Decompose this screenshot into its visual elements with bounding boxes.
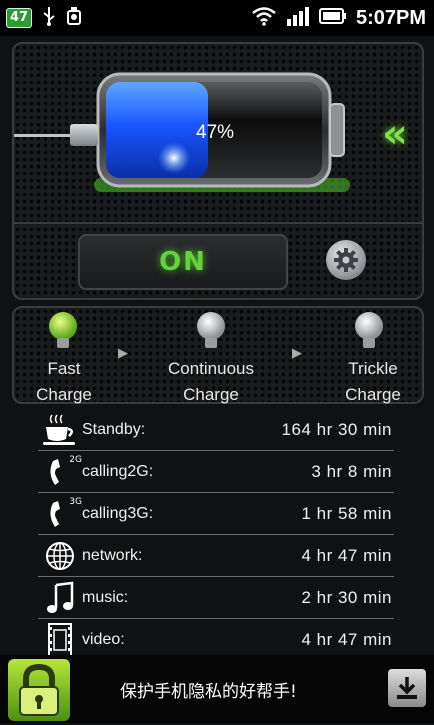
- usage-label: calling3G:: [82, 505, 154, 522]
- usage-label: music:: [82, 589, 129, 606]
- list-item-network: network: 4 hr 47 min: [38, 536, 394, 577]
- music-note-icon: [38, 579, 82, 617]
- phone-3g-icon: 3G: [38, 495, 82, 533]
- stage-label-line2: Charge: [36, 385, 92, 404]
- stage-label-line2: Charge: [345, 385, 401, 404]
- network-badge: 2G: [69, 455, 82, 465]
- usage-value: 3 hr 8 min: [311, 462, 392, 481]
- panel-divider: [14, 222, 422, 224]
- signal-icon: [286, 6, 310, 30]
- battery-status-icon: [318, 7, 347, 29]
- list-item-music: music: 2 hr 30 min: [38, 578, 394, 619]
- ad-banner[interactable]: 保护手机隐私的好帮手!: [0, 655, 434, 723]
- bulb-inactive-icon: [355, 312, 383, 348]
- stage-label-line1: Trickle: [348, 359, 398, 378]
- usage-value: 164 hr 30 min: [281, 420, 392, 439]
- arrow-right-icon: ▶: [118, 346, 128, 361]
- usb-icon: [42, 6, 56, 30]
- usage-value: 4 hr 47 min: [301, 630, 392, 649]
- list-item-standby: Standby: 164 hr 30 min: [38, 410, 394, 451]
- download-icon: [397, 677, 417, 699]
- battery-panel: 47% « ON: [12, 42, 424, 300]
- charge-stages-panel: Fast Charge ▶ Continuous Charge ▶ Trickl…: [12, 306, 424, 404]
- stage-label-line1: Fast: [47, 359, 81, 378]
- arrow-right-icon: ▶: [292, 346, 302, 361]
- battery-level-badge: 47: [6, 8, 33, 28]
- battery-percent: 47%: [196, 122, 235, 143]
- lock-icon: [8, 659, 70, 721]
- power-toggle-button[interactable]: ON: [78, 234, 288, 290]
- usage-value: 2 hr 30 min: [301, 588, 392, 607]
- list-item-calling2g: 2G calling2G: 3 hr 8 min: [38, 452, 394, 493]
- charging-direction-icon: «: [382, 111, 408, 157]
- ad-text: 保护手机隐私的好帮手!: [120, 682, 297, 702]
- stage-label-line2: Charge: [183, 385, 239, 404]
- usage-label: Standby:: [82, 421, 146, 438]
- gear-icon: [334, 248, 358, 272]
- charging-cable: [14, 134, 76, 137]
- film-icon: [38, 621, 82, 659]
- wifi-icon: [251, 6, 277, 30]
- plug-icon: [70, 124, 98, 146]
- clock: 5:07PM: [355, 6, 426, 29]
- usage-value: 4 hr 47 min: [301, 546, 392, 565]
- usage-label: calling2G:: [82, 463, 154, 480]
- usage-value: 1 hr 58 min: [301, 504, 392, 523]
- network-badge: 3G: [69, 497, 82, 507]
- bulb-inactive-icon: [197, 312, 225, 348]
- phone-2g-icon: 2G: [38, 453, 82, 491]
- globe-icon: [38, 537, 82, 575]
- notification-app-icon: [66, 6, 82, 30]
- list-item-calling3g: 3G calling3G: 1 hr 58 min: [38, 494, 394, 535]
- download-button[interactable]: [388, 669, 426, 707]
- settings-button[interactable]: [326, 240, 366, 280]
- bulb-active-icon: [49, 312, 77, 348]
- usage-label: network:: [82, 547, 143, 564]
- coffee-cup-icon: [38, 411, 82, 449]
- usage-label: video:: [82, 631, 125, 648]
- status-bar: 47 5:07PM: [0, 0, 434, 36]
- stage-label-line1: Continuous: [167, 359, 254, 378]
